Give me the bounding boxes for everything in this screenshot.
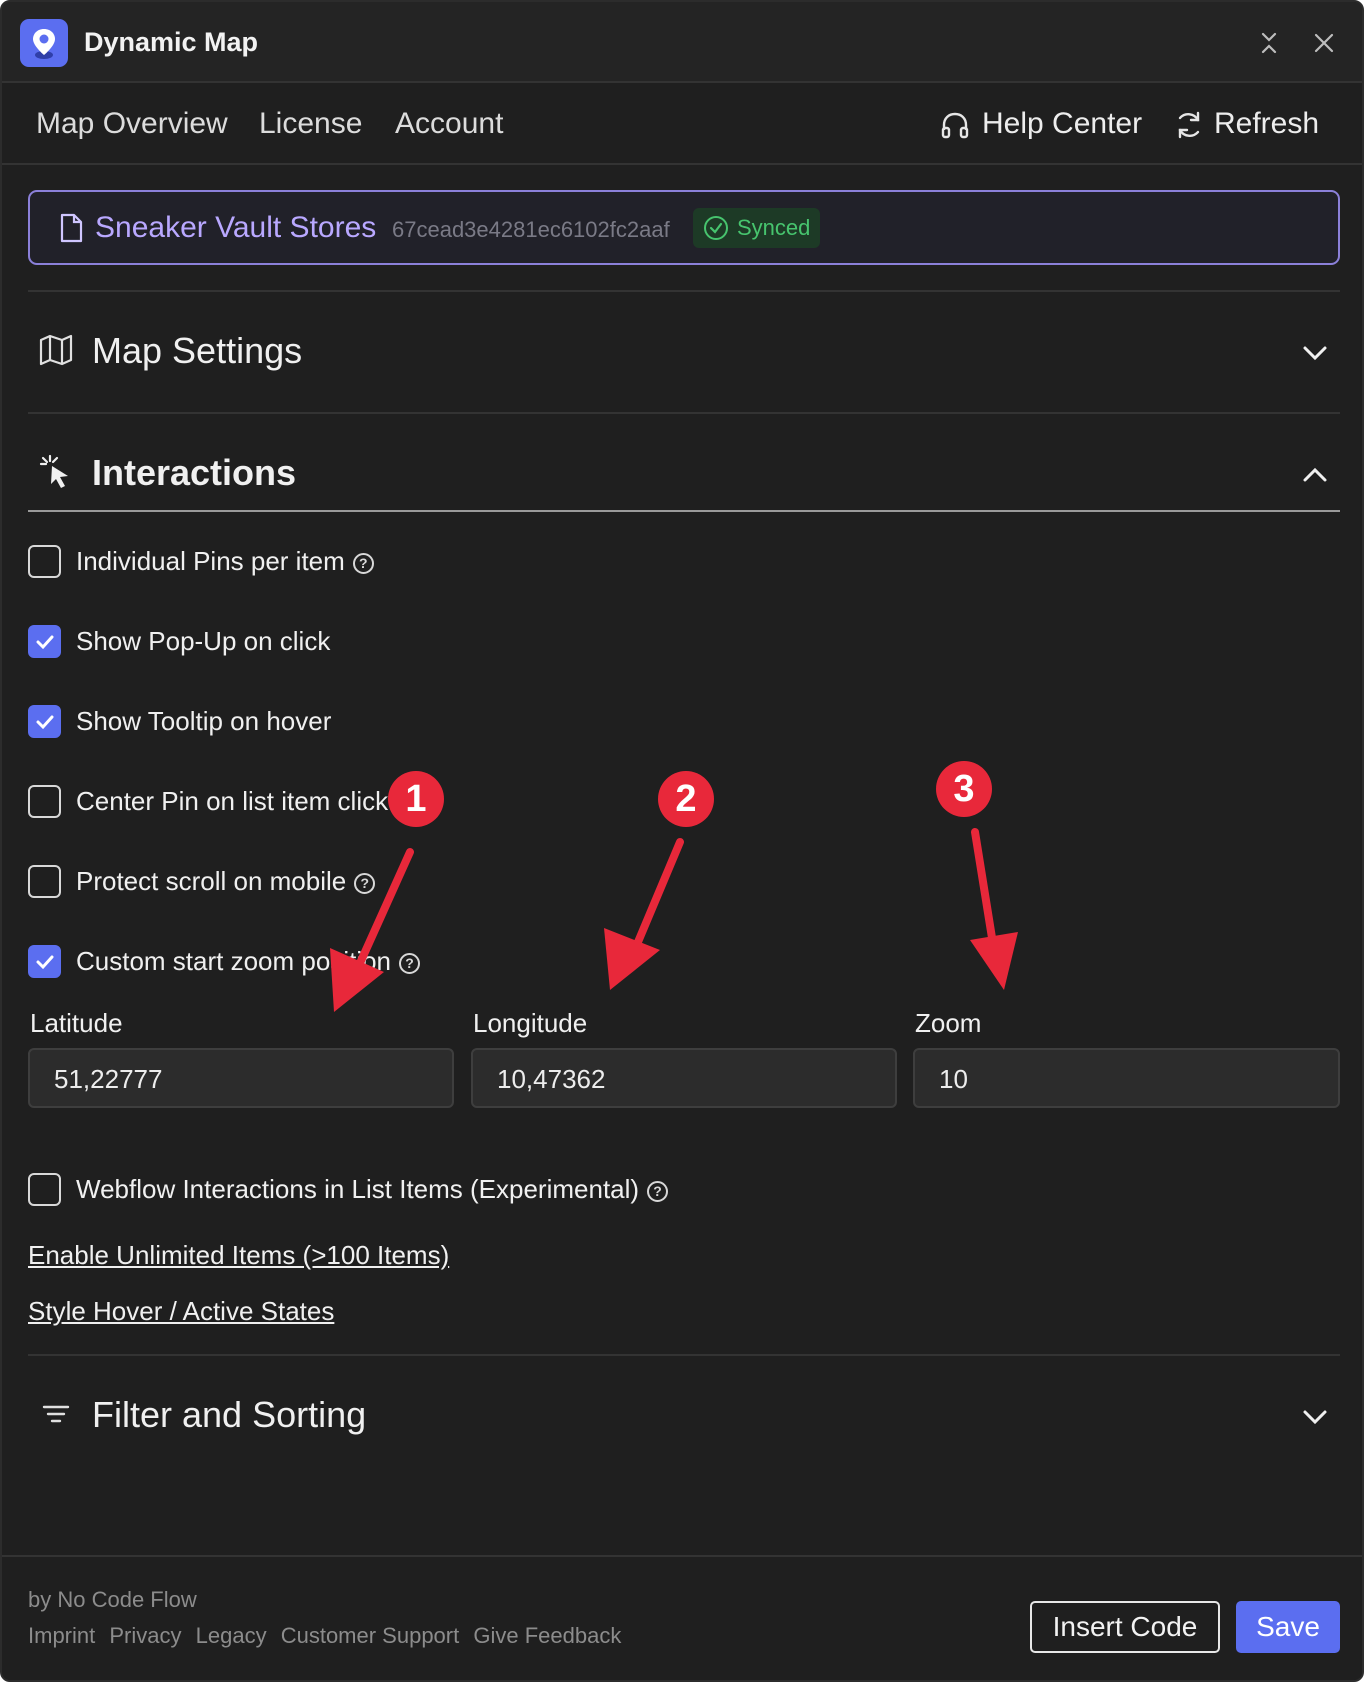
help-icon[interactable]: ? (352, 553, 374, 574)
interactions-header[interactable]: Interactions (28, 434, 1340, 514)
tab-account[interactable]: Account (395, 107, 503, 141)
zoom-label: Zoom (915, 1008, 982, 1038)
footer-link-privacy[interactable]: Privacy (109, 1623, 181, 1648)
help-icon[interactable]: ? (354, 873, 376, 894)
map-settings-title: Map Settings (92, 330, 303, 371)
option-label: Center Pin on list item click (76, 786, 389, 816)
footer: by No Code Flow Imprint Privacy Legacy C… (2, 1555, 1362, 1680)
zoom-input[interactable]: 10 (913, 1048, 1340, 1108)
option-label: Custom start zoom position (76, 946, 392, 976)
divider (28, 510, 1340, 512)
title-bar: Dynamic Map (2, 2, 1362, 83)
document-icon (60, 213, 83, 243)
map-pin-logo-icon (20, 19, 68, 67)
help-icon[interactable]: ? (399, 953, 421, 974)
save-button[interactable]: Save (1236, 1601, 1340, 1653)
filter-sorting-title: Filter and Sorting (92, 1394, 367, 1435)
map-icon (38, 332, 74, 368)
checkbox[interactable] (28, 945, 61, 978)
help-center-link[interactable]: Help Center (982, 107, 1142, 141)
annotation-badge-2: 2 (658, 771, 714, 827)
checkbox[interactable] (28, 865, 61, 898)
synced-label: Synced (737, 215, 811, 240)
divider (28, 412, 1340, 414)
latitude-input[interactable]: 51,22777 (28, 1048, 454, 1108)
collapse-icon[interactable] (1254, 28, 1284, 58)
synced-badge: Synced (693, 208, 821, 248)
collection-selector[interactable]: Sneaker Vault Stores 67cead3e4281ec6102f… (28, 190, 1340, 265)
checkbox[interactable] (28, 625, 61, 658)
collection-name: Sneaker Vault Stores (95, 211, 377, 244)
divider (28, 290, 1340, 292)
app-title: Dynamic Map (84, 27, 259, 57)
latitude-label: Latitude (30, 1008, 123, 1038)
insert-code-button[interactable]: Insert Code (1030, 1601, 1220, 1653)
filter-sorting-header[interactable]: Filter and Sorting (28, 1376, 1340, 1456)
checkbox[interactable] (28, 545, 61, 578)
checkbox[interactable] (28, 1173, 61, 1206)
interactions-title: Interactions (92, 452, 297, 493)
enable-unlimited-items-link[interactable]: Enable Unlimited Items (>100 Items) (28, 1240, 449, 1271)
footer-link-customer-support[interactable]: Customer Support (281, 1623, 460, 1648)
option-label: Protect scroll on mobile (76, 866, 347, 896)
footer-link-legacy[interactable]: Legacy (196, 1623, 267, 1648)
chevron-up-icon[interactable] (1300, 460, 1330, 490)
chevron-down-icon[interactable] (1300, 338, 1330, 368)
checkbox[interactable] (28, 785, 61, 818)
longitude-label: Longitude (473, 1008, 588, 1038)
check-circle-icon (704, 216, 728, 240)
close-icon[interactable] (1309, 28, 1339, 58)
filter-icon (38, 1396, 74, 1432)
headphones-icon (938, 108, 972, 142)
style-hover-active-link[interactable]: Style Hover / Active States (28, 1296, 334, 1327)
footer-link-imprint[interactable]: Imprint (28, 1623, 95, 1648)
option-label: Individual Pins per item (76, 546, 345, 576)
annotation-badge-1: 1 (388, 771, 444, 827)
tab-map-overview[interactable]: Map Overview (36, 107, 228, 141)
chevron-down-icon[interactable] (1300, 1402, 1330, 1432)
cursor-click-icon (38, 454, 74, 490)
option-label: Webflow Interactions in List Items (Expe… (76, 1174, 640, 1204)
refresh-button[interactable]: Refresh (1214, 107, 1319, 141)
app-window: Dynamic Map Map Overview License Account… (0, 0, 1364, 1682)
nav-bar: Map Overview License Account Help Center… (2, 83, 1362, 165)
divider (28, 1354, 1340, 1356)
tab-license[interactable]: License (259, 107, 362, 141)
longitude-input[interactable]: 10,47362 (471, 1048, 897, 1108)
option-label: Show Pop-Up on click (76, 626, 331, 656)
footer-links: Imprint Privacy Legacy Customer Support … (28, 1623, 629, 1649)
option-label: Show Tooltip on hover (76, 706, 332, 736)
annotation-badge-3: 3 (936, 761, 992, 817)
help-icon[interactable]: ? (647, 1181, 669, 1202)
checkbox[interactable] (28, 705, 61, 738)
refresh-icon (1172, 108, 1206, 142)
map-settings-header[interactable]: Map Settings (28, 312, 1340, 392)
footer-link-give-feedback[interactable]: Give Feedback (473, 1623, 621, 1648)
by-credit: by No Code Flow (28, 1587, 197, 1612)
collection-id: 67cead3e4281ec6102fc2aaf (392, 217, 670, 242)
